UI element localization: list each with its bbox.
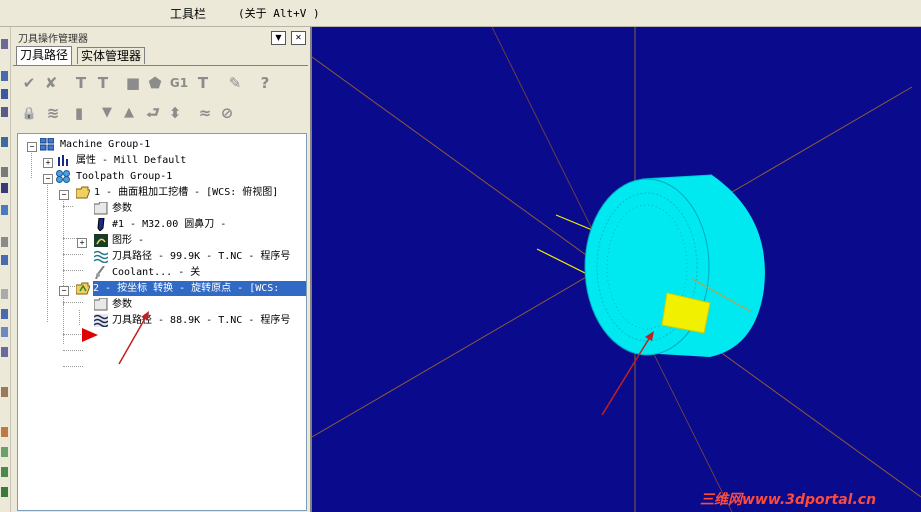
verify-icon[interactable]: ⬟ <box>145 73 165 93</box>
folder-open-icon <box>76 186 90 199</box>
annotation-arrow-icon <box>118 311 149 365</box>
help-icon[interactable]: ? <box>255 73 275 93</box>
tree-node-coolant[interactable]: Coolant... - 关 <box>112 265 200 280</box>
strip-icon[interactable] <box>1 71 8 81</box>
display-selected-icon[interactable]: ⊘ <box>217 103 237 123</box>
machine-group-icon <box>40 138 54 151</box>
regenerate-dirty-icon[interactable]: T <box>93 73 113 93</box>
only-display-icon[interactable]: ≈ <box>195 103 215 123</box>
collapse-toggle[interactable]: − <box>59 190 69 200</box>
graphics-viewport[interactable] <box>312 27 921 512</box>
strip-icon[interactable] <box>1 427 8 437</box>
tree-node-tool[interactable]: #1 - M32.00 圆鼻刀 - <box>112 217 226 232</box>
lock-icon[interactable]: 🔒 <box>19 103 39 123</box>
post-toggle-icon[interactable]: ▮ <box>69 103 89 123</box>
tree-node-machine-group[interactable]: Machine Group-1 <box>60 137 150 152</box>
expand-toggle[interactable]: + <box>77 238 87 248</box>
panel-menu-button[interactable]: ▼ <box>271 31 286 45</box>
strip-icon[interactable] <box>1 447 8 457</box>
strip-icon[interactable] <box>1 347 8 357</box>
collapse-toggle[interactable]: − <box>43 174 53 184</box>
move-down-icon[interactable]: ▼ <box>97 103 117 123</box>
collapse-toggle[interactable]: − <box>27 142 37 152</box>
tab-solids[interactable]: 实体管理器 <box>77 47 146 64</box>
tree-node-parameters[interactable]: 参数 <box>112 201 132 216</box>
toolpath-wave-icon <box>94 314 108 327</box>
top-toolbar-bar: 工具栏 (关于 Alt+V ) <box>0 0 921 27</box>
geometry-icon <box>94 234 108 247</box>
strip-icon[interactable] <box>1 255 8 265</box>
strip-icon[interactable] <box>1 39 8 49</box>
strip-icon[interactable] <box>1 137 8 147</box>
delete-icon[interactable]: ✎ <box>225 73 245 93</box>
strip-icon[interactable] <box>1 89 8 99</box>
strip-icon[interactable] <box>1 487 8 497</box>
toolbar-hint: (关于 Alt+V ) <box>238 7 320 20</box>
strip-icon[interactable] <box>1 387 8 397</box>
tree-node-properties[interactable]: 属性 - Mill Default <box>76 153 186 168</box>
collapse-toggle[interactable]: − <box>59 286 69 296</box>
strip-icon[interactable] <box>1 327 8 337</box>
left-icon-strip <box>0 27 11 512</box>
toolpath-group-icon <box>56 170 70 183</box>
tree-node-geometry[interactable]: 图形 - <box>112 233 144 248</box>
insert-arrow-icon[interactable]: ⮐ <box>143 103 163 123</box>
expand-toggle[interactable]: + <box>43 158 53 168</box>
post-icon[interactable]: G1 <box>169 73 189 93</box>
toolbar-row-1: ✔ ✘ T T ■ ⬟ G1 T ✎ ? <box>15 71 305 95</box>
strip-icon[interactable] <box>1 237 8 247</box>
parameters-icon <box>94 298 108 311</box>
properties-icon <box>58 155 68 166</box>
folder-open-icon <box>76 282 90 295</box>
part-cylinder <box>584 174 765 357</box>
viewport-scene <box>312 27 921 512</box>
tab-toolpaths[interactable]: 刀具路径 <box>16 46 73 65</box>
parameters-icon <box>94 202 108 215</box>
strip-icon[interactable] <box>1 205 8 215</box>
tree-node-toolpath[interactable]: 刀具路径 - 99.9K - T.NC - 程序号 <box>112 249 290 264</box>
strip-icon[interactable] <box>1 309 8 319</box>
tree-node-toolpath-group[interactable]: Toolpath Group-1 <box>76 169 172 184</box>
backplot-icon[interactable]: ■ <box>123 73 143 93</box>
toolbar-title: 工具栏 <box>170 7 207 21</box>
regenerate-icon[interactable]: T <box>71 73 91 93</box>
panel-tabs: 刀具路径 实体管理器 <box>13 46 308 66</box>
panel-title: 刀具操作管理器 <box>18 34 88 45</box>
coolant-icon <box>95 266 105 279</box>
watermark: 三维网www.3dportal.cn <box>700 492 877 508</box>
panel-close-button[interactable]: ✕ <box>291 31 306 45</box>
move-up-icon[interactable]: ▲ <box>119 103 139 123</box>
strip-icon[interactable] <box>1 289 8 299</box>
insert-position-arrow-icon[interactable] <box>82 328 98 342</box>
select-invalid-icon[interactable]: ✘ <box>41 73 61 93</box>
tree-node-operation-1[interactable]: 1 - 曲面粗加工挖槽 - [WCS: 俯视图] <box>94 185 278 200</box>
toolpath-wave-icon <box>94 250 108 263</box>
strip-icon[interactable] <box>1 467 8 477</box>
high-speed-icon[interactable]: T <box>193 73 213 93</box>
strip-icon[interactable] <box>1 107 8 117</box>
tree-node-operation-2[interactable]: 2 - 按坐标 转换 - 旋转原点 - [WCS: <box>93 281 306 296</box>
toolbar-row-2: 🔒 ≋ ▮ ▼ ▲ ⮐ ⬍ ≈ ⊘ <box>15 101 305 125</box>
tool-icon <box>97 218 105 231</box>
panel-title-bar: 刀具操作管理器 ▼ ✕ <box>13 29 308 45</box>
scroll-icon[interactable]: ⬍ <box>165 103 185 123</box>
toggle-display-icon[interactable]: ≋ <box>43 103 63 123</box>
select-all-icon[interactable]: ✔ <box>19 73 39 93</box>
strip-icon[interactable] <box>1 183 8 193</box>
operations-manager-panel: 刀具操作管理器 ▼ ✕ 刀具路径 实体管理器 ✔ ✘ T T ■ ⬟ G1 T … <box>11 27 312 512</box>
strip-icon[interactable] <box>1 167 8 177</box>
